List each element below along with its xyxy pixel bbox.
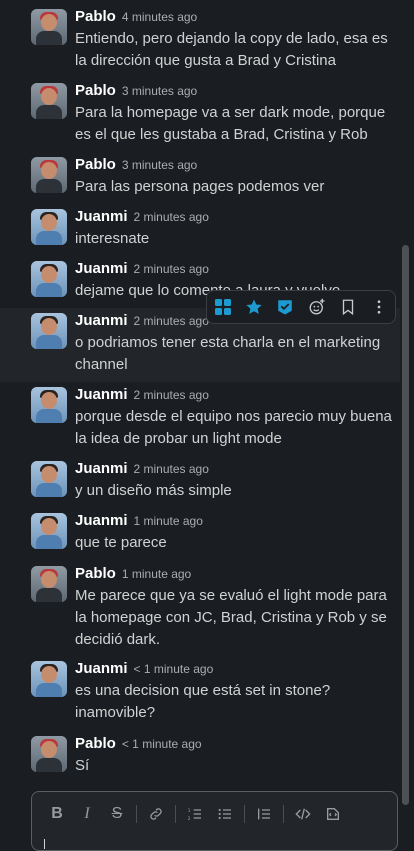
scrollbar[interactable] bbox=[402, 245, 409, 805]
message[interactable]: Pablo < 1 minute ago Sí bbox=[0, 730, 400, 784]
message-text: Para las persona pages podemos ver bbox=[75, 178, 325, 195]
formatting-toolbar: B I S 12 bbox=[42, 802, 348, 826]
timestamp[interactable]: 2 minutes ago bbox=[134, 462, 209, 476]
avatar[interactable] bbox=[31, 566, 67, 602]
author-name[interactable]: Juanmi bbox=[75, 260, 128, 277]
bookmark-icon[interactable] bbox=[334, 293, 362, 321]
author-name[interactable]: Pablo bbox=[75, 82, 116, 99]
svg-text:1: 1 bbox=[188, 808, 191, 814]
message-text: Para la homepage va a ser dark mode, por… bbox=[75, 104, 386, 143]
avatar[interactable] bbox=[31, 9, 67, 45]
timestamp[interactable]: 2 minutes ago bbox=[134, 210, 209, 224]
message-text: y un diseño más simple bbox=[75, 482, 232, 499]
avatar[interactable] bbox=[31, 387, 67, 423]
author-name[interactable]: Pablo bbox=[75, 565, 116, 582]
avatar[interactable] bbox=[31, 313, 67, 349]
avatar[interactable] bbox=[31, 157, 67, 193]
author-name[interactable]: Juanmi bbox=[75, 386, 128, 403]
message[interactable]: Juanmi 1 minute ago que te parece bbox=[0, 508, 400, 562]
author-name[interactable]: Pablo bbox=[75, 8, 116, 25]
message-text: Me parece que ya se evaluó el light mode… bbox=[75, 587, 387, 648]
timestamp[interactable]: 1 minute ago bbox=[134, 514, 203, 528]
avatar[interactable] bbox=[31, 661, 67, 697]
avatar[interactable] bbox=[31, 736, 67, 772]
timestamp[interactable]: 3 minutes ago bbox=[122, 158, 197, 172]
divider bbox=[244, 805, 245, 823]
timestamp[interactable]: 2 minutes ago bbox=[134, 314, 209, 328]
divider bbox=[175, 805, 176, 823]
avatar[interactable] bbox=[31, 209, 67, 245]
message[interactable]: Juanmi < 1 minute ago es una decision que… bbox=[0, 656, 400, 732]
italic-icon[interactable]: I bbox=[72, 802, 102, 826]
svg-text:2: 2 bbox=[188, 816, 191, 822]
message-text: Entiendo, pero dejando la copy de lado, … bbox=[75, 30, 388, 69]
message-text: interesnate bbox=[75, 230, 150, 247]
timestamp[interactable]: 2 minutes ago bbox=[134, 388, 209, 402]
star-icon[interactable] bbox=[240, 293, 268, 321]
message[interactable]: Juanmi 2 minutes ago porque desde el equi… bbox=[0, 382, 400, 458]
avatar[interactable] bbox=[31, 461, 67, 497]
bold-icon[interactable]: B bbox=[42, 802, 72, 826]
author-name[interactable]: Juanmi bbox=[75, 660, 128, 677]
timestamp[interactable]: 4 minutes ago bbox=[122, 10, 197, 24]
timestamp[interactable]: < 1 minute ago bbox=[134, 662, 214, 676]
divider bbox=[283, 805, 284, 823]
message[interactable]: Pablo 3 minutes ago Para las persona page… bbox=[0, 150, 400, 204]
ordered-list-icon[interactable]: 12 bbox=[180, 802, 210, 826]
blockquote-icon[interactable] bbox=[249, 802, 279, 826]
link-icon[interactable] bbox=[141, 802, 171, 826]
author-name[interactable]: Juanmi bbox=[75, 208, 128, 225]
author-name[interactable]: Pablo bbox=[75, 156, 116, 173]
author-name[interactable]: Juanmi bbox=[75, 312, 128, 329]
timestamp[interactable]: 3 minutes ago bbox=[122, 84, 197, 98]
message-text: porque desde el equipo nos parecio muy b… bbox=[75, 408, 392, 447]
message[interactable]: Pablo 4 minutes ago Entiendo, pero dejand… bbox=[0, 0, 400, 76]
author-name[interactable]: Juanmi bbox=[75, 460, 128, 477]
check-icon[interactable] bbox=[271, 293, 299, 321]
reaction-quick-icon[interactable] bbox=[209, 293, 237, 321]
message[interactable]: Juanmi 2 minutes ago interesnate bbox=[0, 204, 400, 256]
add-reaction-icon[interactable] bbox=[303, 293, 331, 321]
message-list: Pablo 4 minutes ago Entiendo, pero dejand… bbox=[0, 0, 414, 790]
divider bbox=[136, 805, 137, 823]
author-name[interactable]: Juanmi bbox=[75, 512, 128, 529]
message-composer[interactable]: B I S 12 bbox=[31, 791, 398, 851]
more-vertical-icon[interactable] bbox=[365, 293, 393, 321]
text-cursor bbox=[44, 839, 45, 849]
timestamp[interactable]: 2 minutes ago bbox=[134, 262, 209, 276]
code-icon[interactable] bbox=[288, 802, 318, 826]
avatar[interactable] bbox=[31, 513, 67, 549]
avatar[interactable] bbox=[31, 83, 67, 119]
message-text: Sí bbox=[75, 757, 90, 774]
timestamp[interactable]: < 1 minute ago bbox=[122, 737, 202, 751]
message[interactable]: Pablo 1 minute ago Me parece que ya se ev… bbox=[0, 560, 400, 658]
timestamp[interactable]: 1 minute ago bbox=[122, 567, 191, 581]
bulleted-list-icon[interactable] bbox=[210, 802, 240, 826]
strikethrough-icon[interactable]: S bbox=[102, 802, 132, 826]
message-text: es una decision que está set in stone? i… bbox=[75, 682, 331, 721]
message-text: o podriamos tener esta charla en el mark… bbox=[75, 334, 381, 373]
message-text: que te parece bbox=[75, 534, 167, 551]
code-block-icon[interactable] bbox=[318, 802, 348, 826]
message[interactable]: Pablo 3 minutes ago Para la homepage va a… bbox=[0, 76, 400, 152]
avatar[interactable] bbox=[31, 261, 67, 297]
message-actions-toolbar bbox=[206, 290, 396, 324]
message[interactable]: Juanmi 2 minutes ago y un diseño más simp… bbox=[0, 456, 400, 510]
author-name[interactable]: Pablo bbox=[75, 735, 116, 752]
